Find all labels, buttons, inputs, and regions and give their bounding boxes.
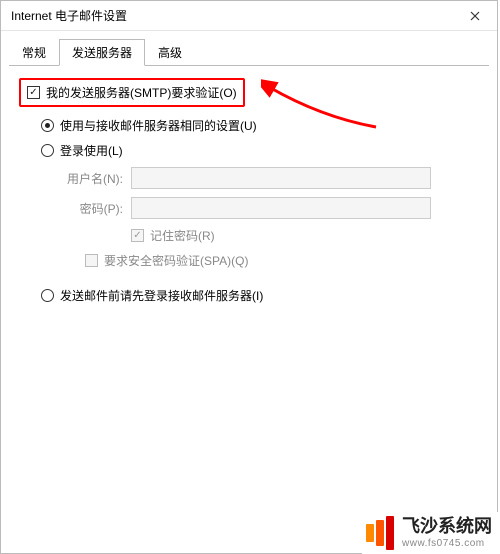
tab-general[interactable]: 常规 [9, 39, 59, 66]
remember-password-checkbox [131, 229, 144, 242]
close-button[interactable] [452, 1, 497, 31]
radio-same-as-incoming[interactable] [41, 119, 54, 132]
smtp-auth-checkbox[interactable] [27, 86, 40, 99]
window-title: Internet 电子邮件设置 [11, 7, 127, 24]
dialog-window: Internet 电子邮件设置 常规 发送服务器 高级 我的发送服务器(SMTP… [0, 0, 498, 554]
smtp-auth-label: 我的发送服务器(SMTP)要求验证(O) [46, 84, 237, 101]
require-spa-checkbox [85, 254, 98, 267]
remember-password-row: 记住密码(R) [131, 227, 479, 244]
radio-logon-using-row[interactable]: 登录使用(L) [41, 142, 479, 159]
smtp-auth-row[interactable]: 我的发送服务器(SMTP)要求验证(O) [19, 78, 245, 107]
password-row: 密码(P): [63, 197, 479, 219]
radio-logon-before-send-label: 发送邮件前请先登录接收邮件服务器(I) [60, 287, 263, 304]
watermark-url: www.fs0745.com [402, 538, 492, 550]
username-label: 用户名(N): [63, 170, 131, 187]
radio-logon-using[interactable] [41, 144, 54, 157]
watermark-text: 飞沙系统网 www.fs0745.com [402, 516, 492, 550]
require-spa-row: 要求安全密码验证(SPA)(Q) [85, 252, 479, 269]
radio-logon-before-send[interactable] [41, 289, 54, 302]
radio-same-as-incoming-row[interactable]: 使用与接收邮件服务器相同的设置(U) [41, 117, 479, 134]
watermark: 飞沙系统网 www.fs0745.com [362, 512, 500, 554]
tab-strip: 常规 发送服务器 高级 [1, 31, 497, 66]
radio-logon-using-label: 登录使用(L) [60, 142, 123, 159]
watermark-name: 飞沙系统网 [402, 516, 492, 538]
radio-logon-before-send-row[interactable]: 发送邮件前请先登录接收邮件服务器(I) [41, 287, 479, 304]
auth-options-group: 使用与接收邮件服务器相同的设置(U) 登录使用(L) 用户名(N): 密码(P)… [41, 117, 479, 304]
tab-content: 我的发送服务器(SMTP)要求验证(O) 使用与接收邮件服务器相同的设置(U) … [1, 66, 497, 324]
close-icon [470, 11, 480, 21]
logon-using-subform: 用户名(N): 密码(P): 记住密码(R) 要求安全密码验证(SPA)(Q) [63, 167, 479, 269]
password-label: 密码(P): [63, 200, 131, 217]
watermark-logo-icon [366, 516, 394, 550]
radio-same-as-incoming-label: 使用与接收邮件服务器相同的设置(U) [60, 117, 257, 134]
tab-advanced[interactable]: 高级 [145, 39, 195, 66]
remember-password-label: 记住密码(R) [150, 227, 215, 244]
titlebar: Internet 电子邮件设置 [1, 1, 497, 31]
tab-outgoing-server[interactable]: 发送服务器 [59, 39, 145, 66]
password-input [131, 197, 431, 219]
username-input [131, 167, 431, 189]
username-row: 用户名(N): [63, 167, 479, 189]
require-spa-label: 要求安全密码验证(SPA)(Q) [104, 252, 248, 269]
